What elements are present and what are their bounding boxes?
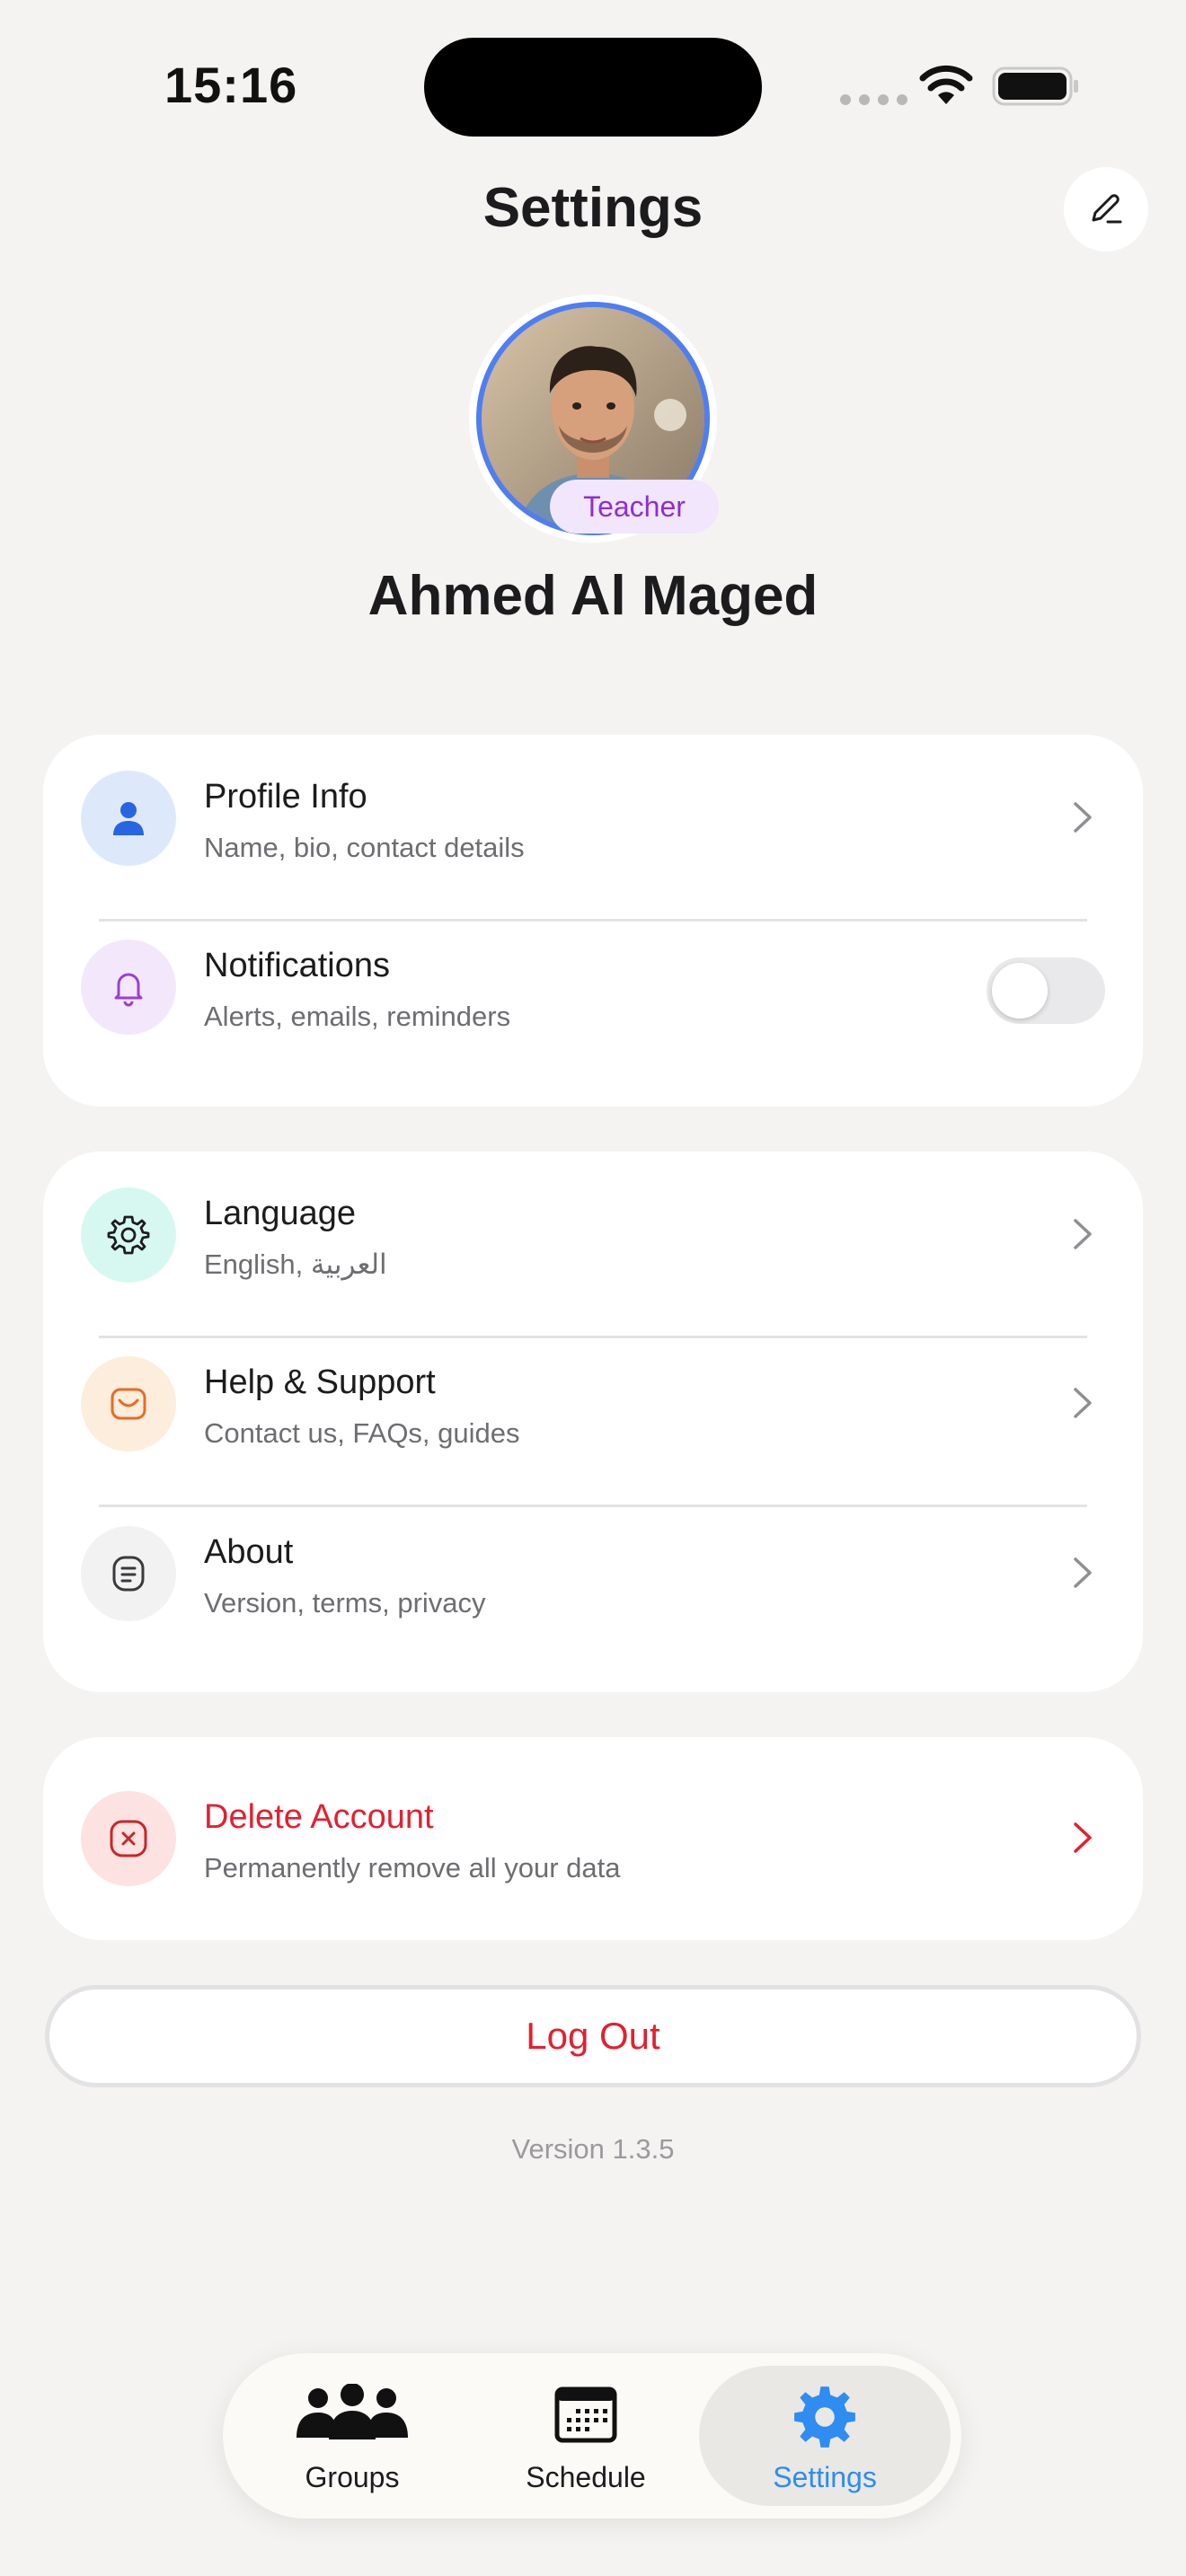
person-icon (81, 771, 176, 866)
chevron-right-icon (1074, 1388, 1092, 1418)
battery-icon (992, 66, 1078, 106)
logout-button[interactable]: Log Out (45, 1985, 1141, 2087)
notifications-title: Notifications (204, 947, 390, 984)
chevron-right-icon (1074, 1219, 1092, 1249)
gear-icon (81, 1187, 176, 1283)
status-time: 15:16 (164, 57, 298, 113)
language-row[interactable]: Language English, العربية (43, 1162, 1143, 1306)
profile-info-title: Profile Info (204, 778, 367, 816)
tab-settings[interactable]: Settings (708, 2353, 942, 2519)
user-name: Ahmed Al Maged (367, 565, 819, 627)
chevron-right-icon (1074, 1822, 1092, 1853)
page-title: Settings (482, 177, 704, 239)
tab-bar: Groups Schedule Settings (223, 2353, 961, 2519)
help-support-subtitle: Contact us, FAQs, guides (204, 1417, 520, 1449)
app-version: Version 1.3.5 (511, 2133, 675, 2165)
groups-icon (296, 2384, 408, 2439)
role-badge: Teacher (550, 480, 719, 534)
profile-info-subtitle: Name, bio, contact details (204, 832, 525, 863)
profile-info-row[interactable]: Profile Info Name, bio, contact details (43, 745, 1143, 889)
edit-profile-button[interactable] (1064, 167, 1148, 251)
tab-label: Settings (773, 2461, 877, 2493)
bell-icon (81, 940, 176, 1035)
delete-account-subtitle: Permanently remove all your data (204, 1852, 621, 1883)
tab-label: Groups (305, 2461, 400, 2493)
account-settings-card: Profile Info Name, bio, contact details … (43, 735, 1143, 1107)
delete-account-row[interactable]: Delete Account Permanently remove all yo… (43, 1766, 1143, 1910)
toggle-knob (992, 963, 1048, 1019)
inbox-icon (81, 1356, 176, 1451)
close-square-icon (81, 1791, 176, 1886)
calendar-icon (554, 2386, 617, 2443)
document-icon (81, 1526, 176, 1621)
about-subtitle: Version, terms, privacy (204, 1587, 486, 1619)
danger-zone-card: Delete Account Permanently remove all yo… (43, 1737, 1143, 1940)
pencil-icon (1092, 194, 1122, 224)
tab-groups[interactable]: Groups (235, 2353, 469, 2519)
about-title: About (204, 1533, 294, 1571)
chevron-right-icon (1074, 1557, 1092, 1588)
tab-label: Schedule (526, 2461, 646, 2493)
dynamic-island (424, 38, 762, 137)
tab-schedule[interactable]: Schedule (469, 2353, 703, 2519)
notifications-subtitle: Alerts, emails, reminders (204, 1001, 511, 1032)
language-subtitle: English, العربية (204, 1248, 387, 1280)
cellular-signal-icon (840, 94, 907, 105)
about-row[interactable]: About Version, terms, privacy (43, 1501, 1143, 1645)
chevron-right-icon (1074, 802, 1092, 833)
help-support-row[interactable]: Help & Support Contact us, FAQs, guides (43, 1331, 1143, 1475)
app-settings-card: Language English, العربية Help & Support… (43, 1151, 1143, 1692)
delete-account-title: Delete Account (204, 1798, 434, 1836)
help-support-title: Help & Support (204, 1363, 436, 1401)
gear-icon (794, 2386, 855, 2448)
wifi-icon (919, 65, 973, 104)
notifications-row: Notifications Alerts, emails, reminders (43, 914, 1143, 1058)
notifications-toggle[interactable] (987, 957, 1105, 1024)
language-title: Language (204, 1195, 357, 1232)
